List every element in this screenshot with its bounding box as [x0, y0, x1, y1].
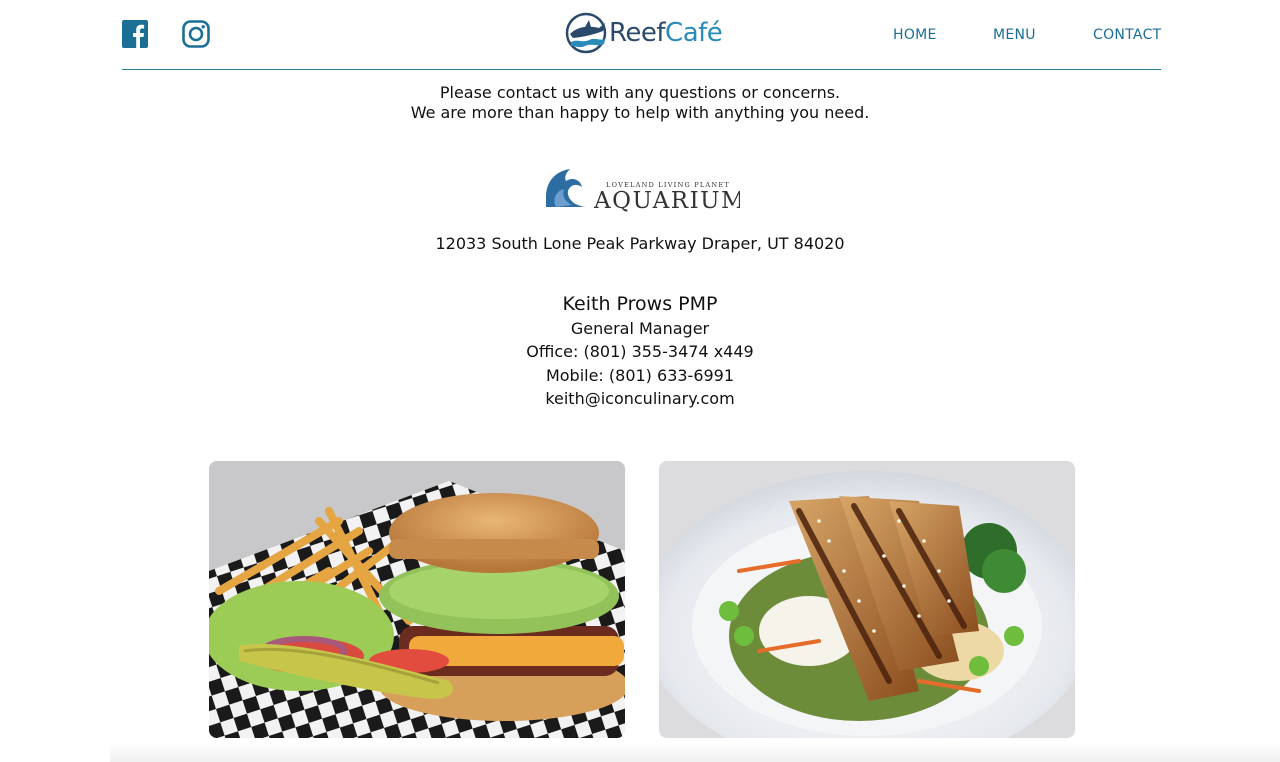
contact-office-phone: Office: (801) 355-3474 x449 [526, 342, 754, 361]
intro-line-2: We are more than happy to help with anyt… [410, 103, 870, 122]
nav-contact[interactable]: CONTACT [1093, 27, 1162, 43]
nav-home[interactable]: HOME [893, 27, 937, 43]
contact-name: Keith Prows PMP [562, 293, 718, 315]
facebook-icon[interactable] [122, 20, 148, 48]
instagram-icon[interactable] [182, 20, 210, 48]
intro-text: Please contact us with any questions or … [0, 83, 1280, 123]
aquarium-logo-large-text: AQUARIUM [593, 188, 740, 214]
burger-photo [209, 461, 625, 738]
aquarium-logo: LOVELAND LIVING PLANET AQUARIUM [546, 169, 740, 214]
contact-title: General Manager [570, 319, 710, 338]
chicken-bowl-photo [659, 461, 1075, 738]
address: 12033 South Lone Peak Parkway Draper, UT… [435, 234, 845, 253]
contact-mobile-phone: Mobile: (801) 633-6991 [545, 366, 735, 385]
site-header: ReefCafé HOME MENU CONTACT [122, 0, 1161, 70]
logo-text-cafe: Café [665, 18, 723, 48]
intro-line-1: Please contact us with any questions or … [439, 83, 841, 102]
nav-menu[interactable]: MENU [993, 27, 1036, 43]
shark-logo-icon [565, 12, 607, 54]
logo-text-reef: Reef [609, 18, 666, 48]
page-bottom-shadow [110, 742, 1280, 762]
reef-cafe-logo[interactable]: ReefCafé [565, 12, 723, 54]
contact-email-link[interactable]: keith@iconculinary.com [545, 389, 734, 408]
